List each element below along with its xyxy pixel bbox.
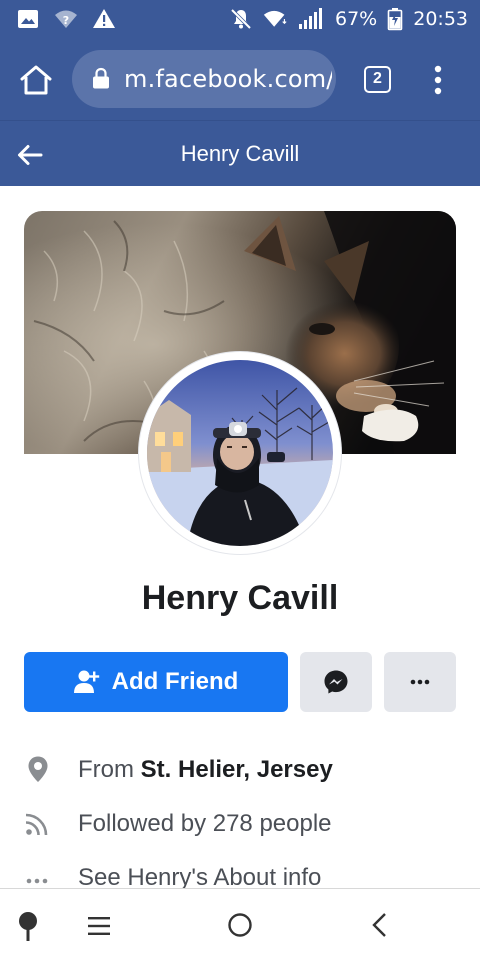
home-icon[interactable]	[18, 62, 54, 98]
rss-feed-icon	[25, 813, 48, 836]
profile-picture-frame[interactable]	[139, 352, 341, 554]
messenger-icon	[324, 670, 348, 694]
hometown-prefix: From	[78, 756, 141, 783]
lock-icon	[93, 67, 109, 89]
status-bar: ? 67% 20:53	[0, 0, 480, 38]
pin-icon[interactable]	[16, 911, 40, 943]
address-bar[interactable]: m.facebook.com/p	[72, 50, 336, 108]
android-nav-bar	[0, 888, 480, 960]
dots-icon	[26, 878, 48, 884]
warning-icon	[93, 9, 115, 28]
tab-switcher-button[interactable]: 2	[364, 66, 391, 93]
home-circle-icon[interactable]	[227, 912, 253, 938]
message-button[interactable]	[300, 652, 372, 712]
back-chevron-icon[interactable]	[370, 912, 390, 938]
menu-icon[interactable]	[88, 916, 110, 936]
mute-icon	[230, 8, 252, 30]
profile-name: Henry Cavill	[141, 579, 339, 617]
svg-text:?: ?	[63, 14, 69, 27]
clock: 20:53	[413, 8, 468, 30]
page-title: Henry Cavill	[180, 141, 300, 166]
more-vert-icon[interactable]	[428, 64, 448, 96]
battery-percent: 67%	[335, 8, 378, 30]
followers-text: Followed by 278 people	[78, 810, 332, 837]
url-text[interactable]: m.facebook.com/p	[124, 64, 332, 94]
signal-icon	[299, 8, 322, 29]
wifi-question-icon: ?	[55, 10, 77, 28]
add-friend-icon	[73, 670, 99, 693]
hometown-link[interactable]: St. Helier, Jersey	[141, 756, 333, 783]
intro-followers: Followed by 278 people	[24, 803, 464, 843]
intro-hometown: From St. Helier, Jersey	[24, 749, 464, 789]
add-friend-button[interactable]: Add Friend	[24, 652, 288, 712]
wifi-icon	[263, 10, 287, 27]
page-header: Henry Cavill	[0, 120, 480, 186]
browser-toolbar: m.facebook.com/p 2	[0, 38, 480, 120]
battery-charging-icon	[387, 8, 403, 31]
location-pin-icon	[28, 756, 48, 782]
more-horizontal-icon	[410, 679, 430, 685]
more-options-button[interactable]	[384, 652, 456, 712]
avatar[interactable]	[147, 360, 333, 546]
image-icon	[18, 10, 38, 28]
add-friend-label: Add Friend	[111, 668, 239, 695]
